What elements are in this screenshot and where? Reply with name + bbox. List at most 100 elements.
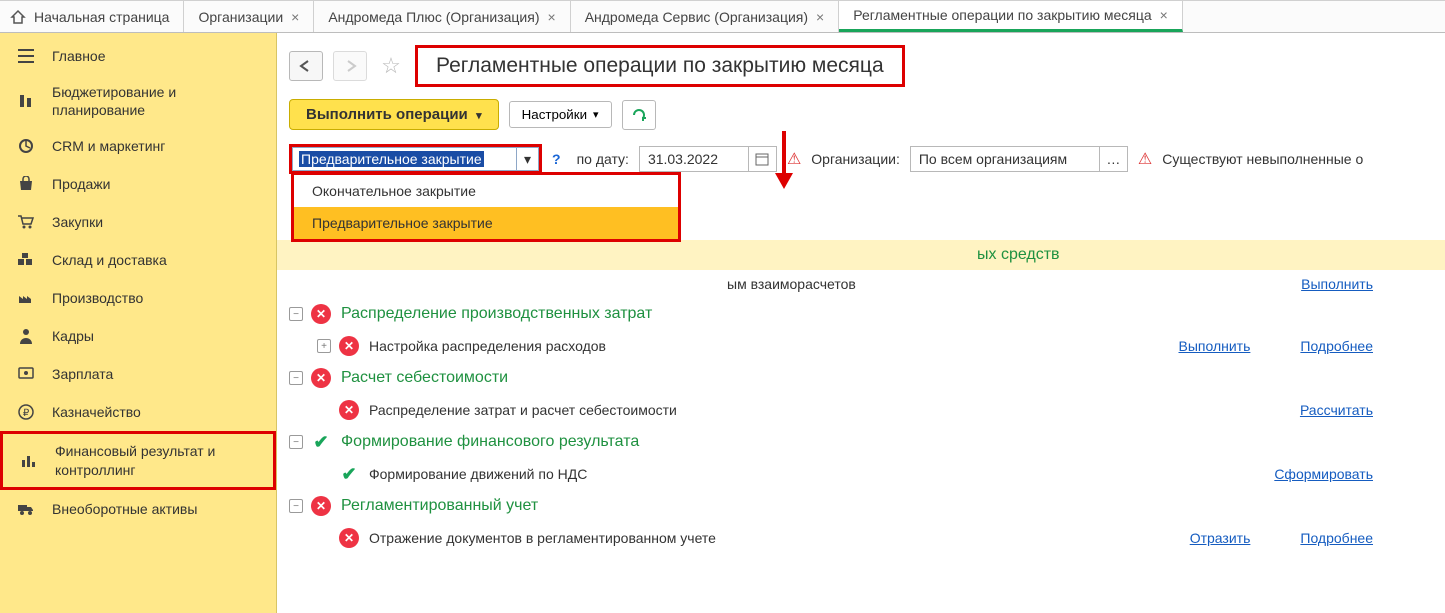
date-input[interactable]: 31.03.2022 xyxy=(639,146,749,172)
org-select[interactable]: По всем организациям xyxy=(910,146,1100,172)
tab-label: Начальная страница xyxy=(34,9,169,25)
link-run[interactable]: Выполнить xyxy=(1301,276,1373,292)
truck-icon xyxy=(16,502,36,516)
sidebar-item-crm[interactable]: CRM и маркетинг xyxy=(0,127,276,165)
link-form[interactable]: Сформировать xyxy=(1274,466,1373,482)
sidebar-item-label: Казначейство xyxy=(52,403,260,421)
closing-mode-combo[interactable]: Предварительное закрытие ▾ xyxy=(289,144,542,174)
sidebar-item-label: Кадры xyxy=(52,327,260,345)
svg-text:₽: ₽ xyxy=(23,408,30,419)
dropdown-option-preliminary[interactable]: Предварительное закрытие xyxy=(294,207,678,239)
dropdown-option-final[interactable]: Окончательное закрытие xyxy=(294,175,678,207)
group-title: Распределение производственных затрат xyxy=(341,305,652,323)
sidebar-item-sales[interactable]: Продажи xyxy=(0,165,276,203)
warning-icon: ⚠ xyxy=(1138,149,1152,169)
org-select-more[interactable]: … xyxy=(1100,146,1128,172)
status-ok-icon: ✔ xyxy=(339,464,359,484)
link-reflect[interactable]: Отразить xyxy=(1190,530,1251,546)
barchart-icon xyxy=(19,454,39,468)
link-more[interactable]: Подробнее xyxy=(1300,530,1373,546)
sidebar-item-salary[interactable]: Зарплата xyxy=(0,355,276,393)
salary-icon xyxy=(16,367,36,381)
status-error-icon: ✕ xyxy=(311,368,331,388)
status-error-icon: ✕ xyxy=(339,400,359,420)
status-error-icon: ✕ xyxy=(339,336,359,356)
group-title: Формирование финансового результата xyxy=(341,433,639,451)
closing-mode-dropdown: Окончательное закрытие Предварительное з… xyxy=(291,172,681,242)
status-error-icon: ✕ xyxy=(311,304,331,324)
sidebar-item-label: Склад и доставка xyxy=(52,251,260,269)
sidebar-item-label: Финансовый результат и контроллинг xyxy=(55,442,257,478)
group-title: ых средств xyxy=(977,246,1060,264)
cart-icon xyxy=(16,214,36,230)
sidebar-item-label: Внеоборотные активы xyxy=(52,500,260,518)
collapse-toggle[interactable]: − xyxy=(289,435,303,449)
group-title: Расчет себестоимости xyxy=(341,369,508,387)
tab-label: Организации xyxy=(198,9,283,25)
run-operations-button[interactable]: Выполнить операции ▾ xyxy=(289,99,499,130)
tab-closing-operations[interactable]: Регламентные операции по закрытию месяца… xyxy=(839,1,1183,32)
tab-andromeda-plus[interactable]: Андромеда Плюс (Организация) × xyxy=(314,1,570,32)
home-icon xyxy=(10,9,26,25)
sidebar-item-label: Бюджетирование и планирование xyxy=(52,83,260,119)
nav-forward-button[interactable] xyxy=(333,51,367,81)
sidebar: Главное Бюджетирование и планирование CR… xyxy=(0,33,277,613)
warning-icon: ⚠ xyxy=(787,149,801,169)
sidebar-item-main[interactable]: Главное xyxy=(0,37,276,75)
warning-text: Существуют невыполненные о xyxy=(1162,151,1363,167)
menu-icon xyxy=(16,49,36,63)
calendar-icon[interactable] xyxy=(749,146,777,172)
row-label: Настройка распределения расходов xyxy=(369,338,606,354)
production-icon xyxy=(16,291,36,305)
tab-andromeda-service[interactable]: Андромеда Сервис (Организация) × xyxy=(571,1,840,32)
sidebar-item-budget[interactable]: Бюджетирование и планирование xyxy=(0,75,276,127)
tabs-bar: Начальная страница Организации × Андроме… xyxy=(0,1,1445,33)
sidebar-item-label: Закупки xyxy=(52,213,260,231)
sidebar-item-hr[interactable]: Кадры xyxy=(0,317,276,355)
link-more[interactable]: Подробнее xyxy=(1300,338,1373,354)
close-icon[interactable]: × xyxy=(291,10,299,24)
sidebar-item-warehouse[interactable]: Склад и доставка xyxy=(0,241,276,279)
link-run[interactable]: Выполнить xyxy=(1179,338,1251,354)
sales-icon xyxy=(16,176,36,192)
sidebar-item-purchase[interactable]: Закупки xyxy=(0,203,276,241)
org-label: Организации: xyxy=(811,151,900,167)
tab-label: Регламентные операции по закрытию месяца xyxy=(853,7,1151,23)
collapse-toggle[interactable]: − xyxy=(289,307,303,321)
tab-home[interactable]: Начальная страница xyxy=(0,1,184,32)
status-error-icon: ✕ xyxy=(311,496,331,516)
sidebar-item-label: Производство xyxy=(52,289,260,307)
link-calc[interactable]: Рассчитать xyxy=(1300,402,1373,418)
refresh-button[interactable] xyxy=(622,100,656,130)
tab-label: Андромеда Сервис (Организация) xyxy=(585,9,808,25)
sidebar-item-treasury[interactable]: ₽ Казначейство xyxy=(0,393,276,431)
row-label: Формирование движений по НДС xyxy=(369,466,587,482)
favorite-star-icon[interactable]: ☆ xyxy=(377,52,405,80)
closing-mode-value[interactable]: Предварительное закрытие xyxy=(292,147,517,171)
sidebar-item-assets[interactable]: Внеоборотные активы xyxy=(0,490,276,528)
collapse-toggle[interactable]: − xyxy=(289,371,303,385)
expand-toggle[interactable]: + xyxy=(317,339,331,353)
chevron-down-icon: ▾ xyxy=(476,110,482,122)
content-pane: ☆ Регламентные операции по закрытию меся… xyxy=(277,33,1445,613)
chevron-down-icon[interactable]: ▾ xyxy=(517,147,539,171)
sidebar-item-finresult[interactable]: Финансовый результат и контроллинг xyxy=(0,431,276,489)
tab-organizations[interactable]: Организации × xyxy=(184,1,314,32)
close-icon[interactable]: × xyxy=(548,10,556,24)
chevron-down-icon: ▾ xyxy=(593,108,599,121)
sidebar-item-label: CRM и маркетинг xyxy=(52,137,260,155)
row-label: ым взаиморасчетов xyxy=(727,276,856,292)
row-label: Отражение документов в регламентированно… xyxy=(369,530,716,546)
settings-button[interactable]: Настройки▾ xyxy=(509,101,612,128)
help-icon[interactable]: ? xyxy=(552,151,561,167)
row-label: Распределение затрат и расчет себестоимо… xyxy=(369,402,677,418)
sidebar-item-production[interactable]: Производство xyxy=(0,279,276,317)
warehouse-icon xyxy=(16,253,36,267)
collapse-toggle[interactable]: − xyxy=(289,499,303,513)
date-label: по дату: xyxy=(577,151,629,167)
close-icon[interactable]: × xyxy=(1160,8,1168,22)
close-icon[interactable]: × xyxy=(816,10,824,24)
nav-back-button[interactable] xyxy=(289,51,323,81)
sidebar-item-label: Главное xyxy=(52,47,260,65)
status-ok-icon: ✔ xyxy=(311,432,331,452)
